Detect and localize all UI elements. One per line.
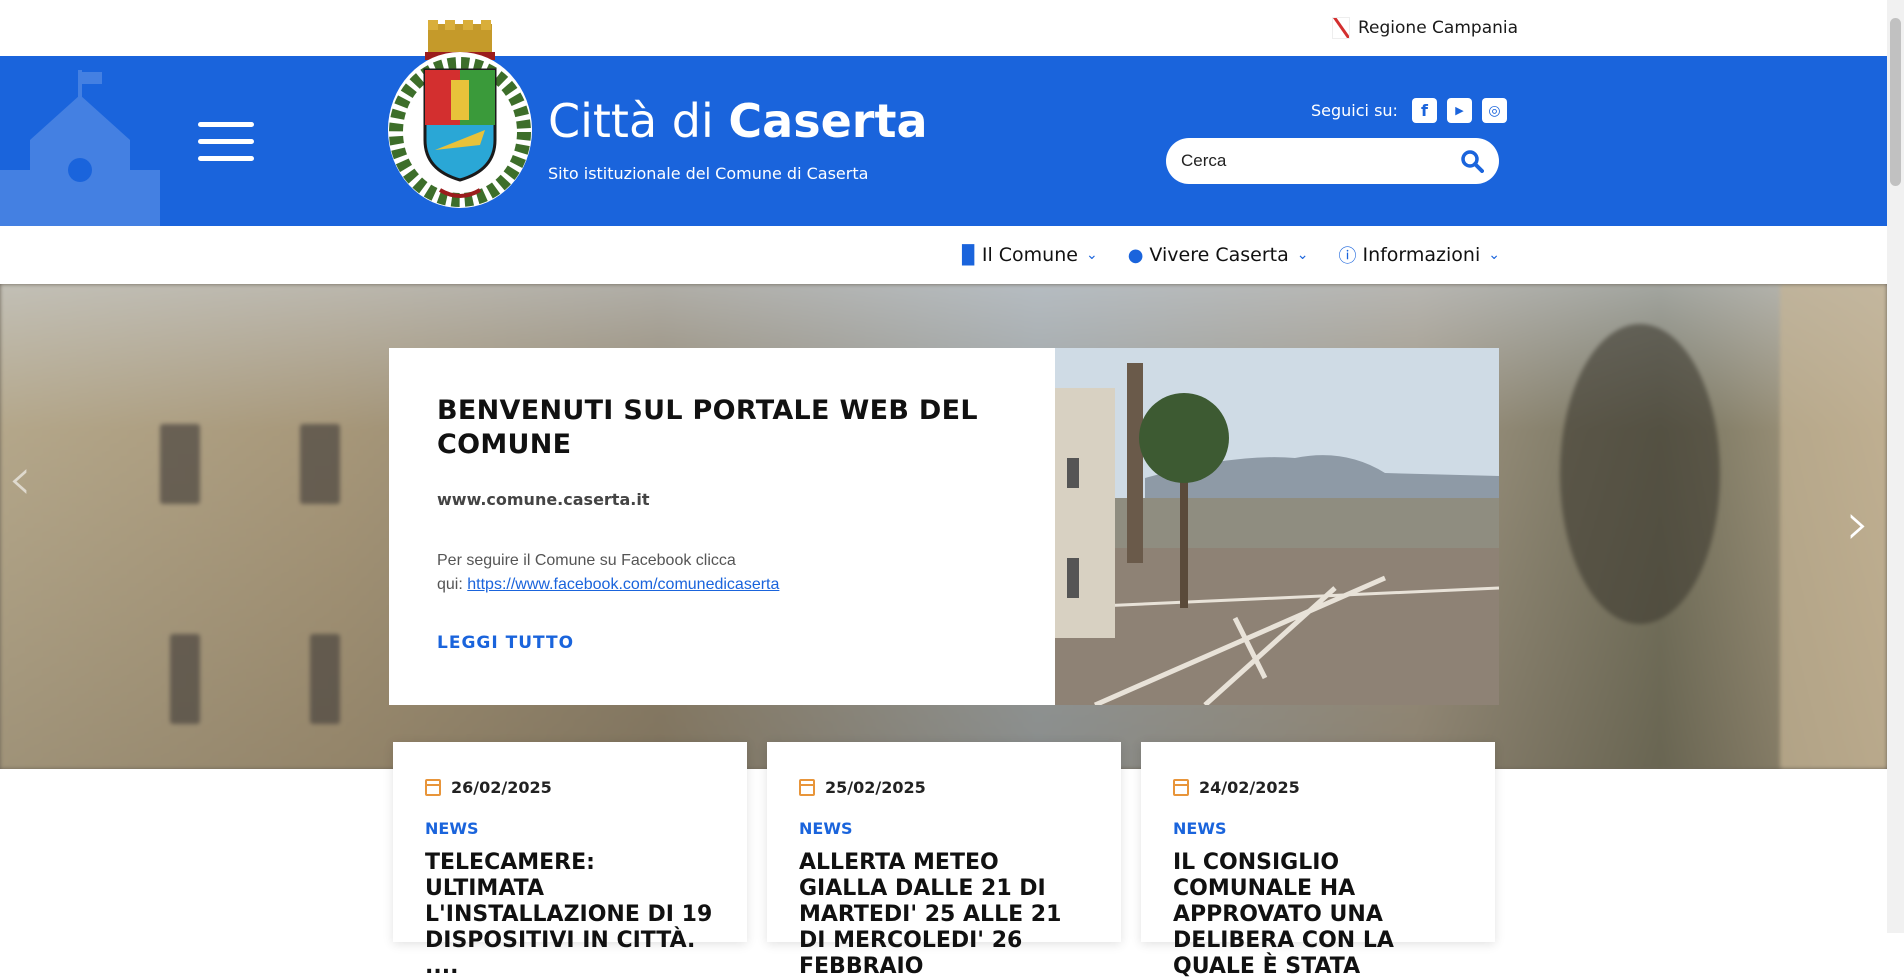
nav-label: Vivere Caserta [1149, 244, 1289, 266]
title-prefix: Città di [548, 94, 714, 148]
news-date-text: 25/02/2025 [825, 778, 926, 797]
news-card[interactable]: 26/02/2025 NEWS TELECAMERE: ULTIMATA L'I… [393, 742, 747, 979]
coat-of-arms-logo[interactable] [385, 20, 535, 210]
nav-item-vivere-caserta[interactable]: ● Vivere Caserta ⌄ [1128, 242, 1309, 268]
news-title[interactable]: IL CONSIGLIO COMUNALE HA APPROVATO UNA D… [1173, 850, 1463, 980]
social-bar: Seguici su: f ▶ ◎ [1311, 98, 1507, 123]
youtube-icon[interactable]: ▶ [1446, 98, 1472, 123]
carousel-next-button[interactable]: › [1846, 494, 1870, 554]
social-label: Seguici su: [1311, 101, 1398, 120]
nav-item-il-comune[interactable]: ▉ Il Comune ⌄ [962, 242, 1098, 268]
church-watermark-icon [0, 70, 160, 226]
nav-label: Il Comune [981, 244, 1078, 266]
region-link[interactable]: Regione Campania [1332, 17, 1518, 39]
hero-photo [1055, 348, 1499, 705]
search-input[interactable] [1181, 151, 1460, 171]
calendar-icon [1173, 779, 1189, 796]
hero-title: BENVENUTI SUL PORTALE WEB DEL COMUNE [437, 395, 978, 460]
news-category[interactable]: NEWS [799, 819, 1089, 838]
region-flag-icon [1332, 17, 1350, 39]
hero-card: BENVENUTI SUL PORTALE WEB DEL COMUNE www… [389, 348, 1055, 705]
chevron-down-icon: ⌄ [1488, 247, 1500, 263]
hero-text: Per seguire il Comune su Facebook clicca… [437, 549, 1007, 597]
news-category[interactable]: NEWS [425, 819, 715, 838]
site-subtitle: Sito istituzionale del Comune di Caserta [548, 164, 869, 183]
region-label: Regione Campania [1358, 18, 1519, 38]
page-scrollbar[interactable] [1887, 0, 1904, 933]
news-title[interactable]: TELECAMERE: ULTIMATA L'INSTALLAZIONE DI … [425, 850, 715, 980]
carousel-prev-button[interactable]: ‹ [8, 449, 32, 509]
hero-url: www.comune.caserta.it [437, 490, 650, 509]
main-nav: ▉ Il Comune ⌄ ● Vivere Caserta ⌄ ⓘ Infor… [0, 226, 1887, 284]
site-title: Città di Caserta [548, 98, 927, 144]
hero-text-prefix: qui: [437, 576, 463, 593]
news-category[interactable]: NEWS [1173, 819, 1463, 838]
search-box [1166, 138, 1499, 184]
nav-item-informazioni[interactable]: ⓘ Informazioni ⌄ [1338, 242, 1500, 268]
read-more-link[interactable]: LEGGI TUTTO [437, 633, 1007, 653]
nav-label: Informazioni [1362, 244, 1481, 266]
news-title[interactable]: ALLERTA METEO GIALLA DALLE 21 DI MARTEDI… [799, 850, 1089, 980]
news-date-text: 24/02/2025 [1199, 778, 1300, 797]
info-icon: ⓘ [1338, 246, 1357, 267]
chevron-down-icon: ⌄ [1296, 247, 1309, 263]
title-bold: Caserta [728, 94, 928, 148]
building-icon: ▉ [962, 244, 976, 266]
news-date-text: 26/02/2025 [451, 778, 552, 797]
hero-text-line1: Per seguire il Comune su Facebook clicca [437, 552, 736, 569]
scrollbar-thumb[interactable] [1890, 18, 1901, 186]
news-date: 24/02/2025 [1173, 778, 1463, 797]
calendar-icon [425, 779, 441, 796]
instagram-icon[interactable]: ◎ [1481, 98, 1507, 123]
news-card[interactable]: 24/02/2025 NEWS IL CONSIGLIO COMUNALE HA… [1141, 742, 1495, 979]
facebook-icon[interactable]: f [1411, 98, 1437, 123]
site-header: Città di Caserta Sito istituzionale del … [0, 56, 1887, 226]
calendar-icon [799, 779, 815, 796]
site-brand[interactable]: Città di Caserta Sito istituzionale del … [548, 98, 927, 183]
facebook-link[interactable]: https://www.facebook.com/comunedicaserta [467, 576, 779, 593]
news-date: 26/02/2025 [425, 778, 715, 797]
compass-icon: ● [1127, 244, 1144, 266]
news-card[interactable]: 25/02/2025 NEWS ALLERTA METEO GIALLA DAL… [767, 742, 1121, 979]
search-icon[interactable] [1460, 149, 1484, 173]
chevron-down-icon: ⌄ [1085, 247, 1098, 263]
top-bar: Regione Campania [0, 0, 1887, 56]
news-date: 25/02/2025 [799, 778, 1089, 797]
menu-hamburger-button[interactable] [198, 122, 254, 164]
